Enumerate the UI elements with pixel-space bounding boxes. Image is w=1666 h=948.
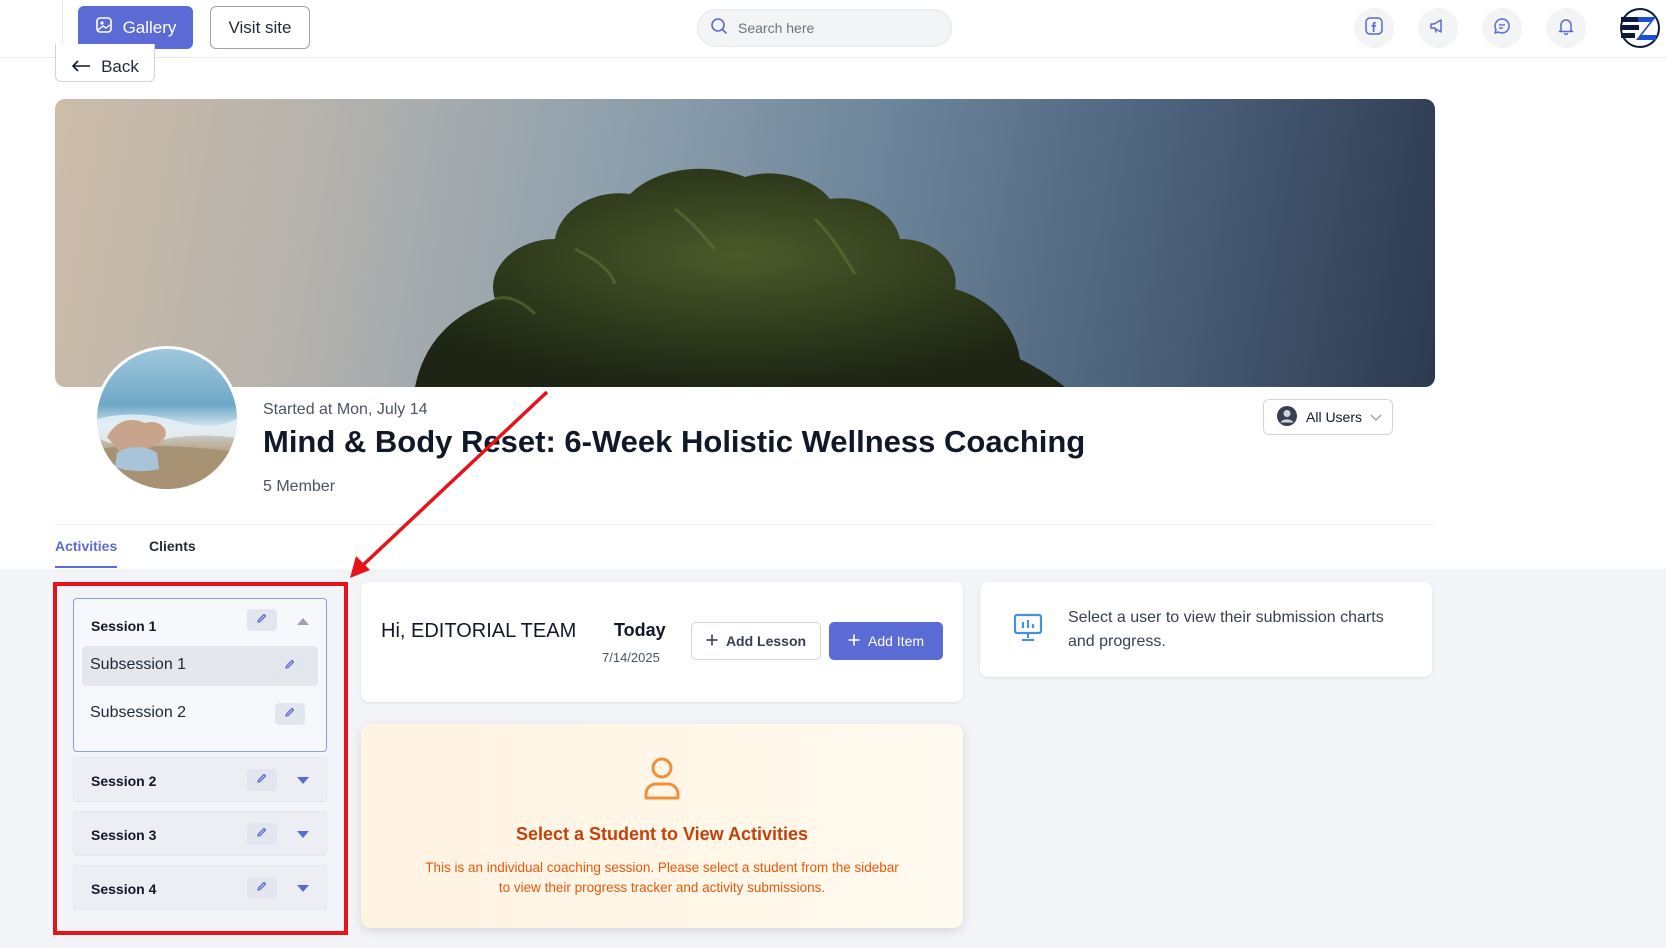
today-label: Today	[614, 620, 666, 640]
top-bar: Gallery Visit site	[0, 0, 1666, 58]
chat-icon	[1492, 16, 1512, 41]
brand-logo[interactable]	[1620, 8, 1660, 48]
messages-button[interactable]	[1482, 8, 1522, 48]
visit-site-label: Visit site	[228, 17, 292, 37]
notifications-button[interactable]	[1546, 8, 1586, 48]
greeting-card: Hi, EDITORIAL TEAM Today 7/14/2025 Add L…	[361, 582, 963, 702]
tab-activities[interactable]: Activities	[55, 538, 117, 554]
course-title: Mind & Body Reset: 6-Week Holistic Welln…	[263, 424, 1086, 459]
search-box[interactable]	[697, 9, 952, 47]
facebook-button[interactable]	[1354, 8, 1394, 48]
add-item-button[interactable]: Add Item	[829, 622, 943, 660]
course-banner	[55, 99, 1435, 387]
search-icon	[710, 17, 728, 40]
course-avatar	[94, 346, 240, 492]
submission-info-card: Select a user to view their submission c…	[980, 582, 1432, 677]
course-start-date: Started at Mon, July 14	[263, 401, 428, 418]
user-filter-label: All Users	[1306, 409, 1363, 425]
gallery-button[interactable]: Gallery	[78, 6, 193, 49]
plus-icon	[848, 633, 860, 649]
announcements-button[interactable]	[1418, 8, 1458, 48]
select-student-title: Select a Student to View Activities	[515, 824, 809, 844]
tree-silhouette-image	[415, 168, 1065, 387]
description-line: This is an individual coaching session. …	[425, 860, 899, 875]
member-count: 5 Member	[263, 478, 336, 495]
tab-clients[interactable]: Clients	[149, 538, 196, 554]
search-input[interactable]	[738, 20, 928, 36]
user-icon	[643, 756, 681, 805]
user-filter-dropdown[interactable]: All Users	[1263, 399, 1393, 435]
bell-icon	[1556, 16, 1576, 41]
description-line: to view their progress tracker and activ…	[498, 880, 826, 895]
meditation-image	[97, 414, 237, 489]
chevron-down-icon	[1370, 409, 1382, 425]
highlight-box	[53, 582, 348, 935]
plus-icon	[706, 633, 718, 649]
visit-site-button[interactable]: Visit site	[210, 6, 310, 49]
header-divider	[55, 524, 1435, 525]
megaphone-icon	[1428, 16, 1448, 41]
submission-info-text: Select a user to view their submission c…	[1068, 609, 1384, 650]
gallery-icon	[95, 16, 113, 39]
facebook-icon	[1364, 16, 1384, 41]
arrow-left-icon	[71, 57, 91, 77]
greeting-text: Hi, EDITORIAL TEAM	[381, 620, 577, 642]
add-lesson-button[interactable]: Add Lesson	[691, 622, 821, 660]
back-button[interactable]: Back	[55, 44, 155, 82]
user-avatar-icon	[1276, 405, 1298, 430]
presentation-chart-icon	[1012, 611, 1044, 648]
active-tab-indicator	[55, 566, 117, 568]
add-lesson-label: Add Lesson	[725, 633, 807, 649]
add-item-label: Add Item	[867, 633, 925, 649]
gallery-label: Gallery	[122, 17, 177, 37]
today-date: 7/14/2025	[602, 650, 660, 665]
select-student-card: Select a Student to View Activities This…	[361, 724, 963, 928]
back-label: Back	[101, 56, 139, 76]
select-student-description: This is an individual coaching session. …	[412, 858, 912, 898]
